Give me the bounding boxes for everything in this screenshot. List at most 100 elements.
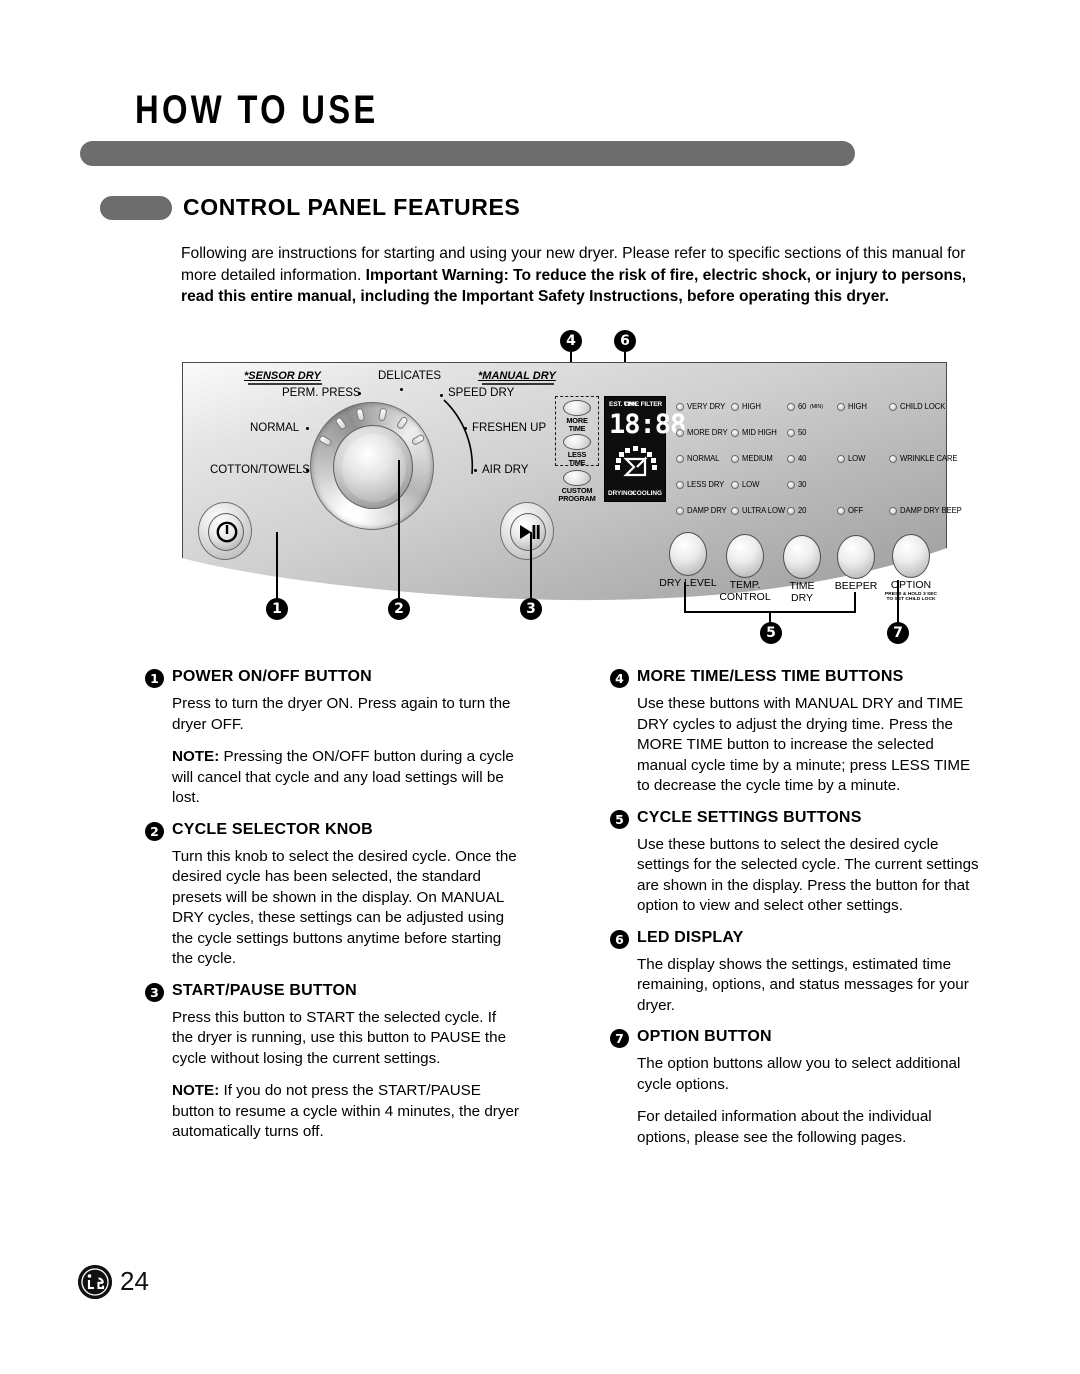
page-number: 24 bbox=[120, 1266, 149, 1296]
description-item: 4 MORE TIME/LESS TIME BUTTONS Use these bu… bbox=[610, 668, 985, 797]
indicator-led bbox=[676, 506, 684, 515]
cycle-dot-freshen-up bbox=[464, 427, 467, 430]
header-bar bbox=[80, 141, 855, 166]
indicator-led bbox=[837, 454, 845, 463]
less-time-button[interactable] bbox=[563, 434, 591, 450]
indicator-led bbox=[731, 480, 739, 489]
description-paragraph: The option buttons allow you to select a… bbox=[637, 1055, 961, 1093]
descriptions-left-column: 1 POWER ON/OFF BUTTON Press to turn the dr… bbox=[145, 668, 520, 1155]
description-number-badge: 5 bbox=[610, 809, 629, 829]
indicator-led bbox=[676, 454, 684, 463]
description-heading: 5 CYCLE SETTINGS BUTTONS bbox=[610, 809, 985, 829]
indicator-ultra-low: ULTRA LOW bbox=[731, 506, 788, 515]
led-status-cooling: COOLING bbox=[632, 490, 662, 497]
indicator-led bbox=[889, 402, 897, 411]
power-icon bbox=[216, 521, 238, 543]
knob-tick bbox=[377, 407, 388, 422]
description-item: 5 CYCLE SETTINGS BUTTONS Use these buttons… bbox=[610, 809, 985, 917]
cycle-dot-cotton-towels bbox=[306, 469, 309, 472]
indicator-led bbox=[731, 454, 739, 463]
indicator-normal: NORMAL bbox=[676, 454, 721, 463]
led-chk-filter-label: CHK. FILTER bbox=[623, 401, 663, 408]
description-paragraph: Use these buttons with MANUAL DRY and TI… bbox=[637, 695, 971, 794]
leader-line-3 bbox=[530, 532, 532, 600]
cycle-dot-delicates bbox=[400, 388, 403, 391]
indicator-beeper-off: OFF bbox=[837, 506, 864, 515]
label-manual-dry-group: *MANUAL DRY bbox=[478, 370, 556, 382]
description-number-badge: 7 bbox=[610, 1029, 629, 1048]
description-item: 2 CYCLE SELECTOR KNOB Turn this knob to se… bbox=[145, 821, 520, 970]
cycle-selector-knob[interactable] bbox=[310, 402, 434, 530]
description-title: OPTION BUTTON bbox=[637, 1028, 772, 1045]
indicator-led bbox=[837, 506, 845, 515]
paragraph-lead: NOTE: bbox=[172, 748, 220, 765]
start-pause-button[interactable] bbox=[500, 502, 554, 560]
cycle-label-perm-press: PERM. PRESS bbox=[282, 387, 361, 399]
more-time-label-line2: TIME bbox=[568, 424, 586, 433]
power-button[interactable] bbox=[198, 502, 252, 560]
description-paragraph: Press this button to START the selected … bbox=[172, 1008, 507, 1067]
custom-program-line2: PROGRAM bbox=[558, 494, 596, 503]
description-title: START/PAUSE BUTTON bbox=[172, 981, 357, 999]
indicator-less-dry: LESS DRY bbox=[676, 480, 727, 489]
indicator-led bbox=[889, 454, 897, 463]
cycle-dot-speed-dry bbox=[440, 394, 443, 397]
cycle-label-delicates: DELICATES bbox=[378, 370, 442, 382]
indicator-time-40: 40 bbox=[787, 454, 807, 463]
intro-paragraph: Following are instructions for starting … bbox=[181, 243, 971, 308]
cycle-dot-normal bbox=[306, 427, 309, 430]
indicator-led bbox=[676, 428, 684, 437]
description-number-badge: 4 bbox=[610, 669, 629, 688]
knob-tick bbox=[318, 434, 333, 447]
description-heading: 4 MORE TIME/LESS TIME BUTTONS bbox=[610, 668, 985, 688]
indicator-time-60: 60 (MIN) bbox=[787, 402, 823, 411]
lg-logo-icon bbox=[78, 1265, 112, 1299]
more-time-button[interactable] bbox=[563, 400, 591, 416]
description-paragraph: For detailed information about the indiv… bbox=[637, 1108, 932, 1146]
indicator-low-temp: LOW bbox=[731, 480, 760, 489]
lg-logo bbox=[78, 1265, 112, 1299]
description-item: 7 OPTION BUTTON The option buttons allow y… bbox=[610, 1028, 985, 1148]
description-paragraph: NOTE: If you do not press the START/PAUS… bbox=[172, 1082, 519, 1140]
led-status-drying: DRYING bbox=[608, 490, 633, 497]
indicator-wrinkle-care: WRINKLE CARE bbox=[889, 454, 961, 463]
callout-4: 4 bbox=[560, 330, 582, 352]
descriptions-right-column: 4 MORE TIME/LESS TIME BUTTONS Use these bu… bbox=[610, 668, 985, 1160]
description-number-badge: 3 bbox=[145, 982, 164, 1002]
description-number-badge: 6 bbox=[610, 929, 629, 949]
leader-line-1 bbox=[276, 532, 278, 600]
callout-1: 1 bbox=[266, 598, 288, 620]
cycle-label-air-dry: AIR DRY bbox=[482, 464, 529, 476]
description-paragraph: NOTE: Pressing the ON/OFF button during … bbox=[172, 748, 514, 806]
indicator-led bbox=[889, 506, 897, 515]
knob-tick bbox=[334, 416, 348, 431]
indicator-led bbox=[837, 402, 845, 411]
description-heading: 3 START/PAUSE BUTTON bbox=[145, 982, 520, 1002]
description-title: POWER ON/OFF BUTTON bbox=[172, 668, 372, 685]
description-title: CYCLE SETTINGS BUTTONS bbox=[637, 808, 862, 826]
description-heading: 2 CYCLE SELECTOR KNOB bbox=[145, 821, 520, 841]
description-title: LED DISPLAY bbox=[637, 928, 744, 946]
led-display: EST. TIME CHK. FILTER 18:88 DRYING > COO… bbox=[604, 396, 686, 502]
indicator-damp-dry: DAMP DRY bbox=[676, 506, 729, 515]
indicator-led bbox=[787, 454, 795, 463]
description-paragraph: Press to turn the dryer ON. Press again … bbox=[172, 695, 511, 733]
description-paragraph: Turn this knob to select the desired cyc… bbox=[172, 847, 517, 968]
description-paragraph: Use these buttons to select the desired … bbox=[637, 835, 979, 915]
play-pause-icon bbox=[520, 525, 540, 539]
time-unit-suffix: (MIN) bbox=[809, 403, 823, 410]
less-time-label-line2: TIME bbox=[568, 458, 586, 467]
indicator-damp-dry-beep: DAMP DRY BEEP bbox=[889, 506, 966, 515]
indicator-high-temp: HIGH bbox=[731, 402, 762, 411]
indicator-led bbox=[787, 506, 795, 515]
knob-tick bbox=[395, 415, 409, 431]
knob-tick bbox=[355, 407, 366, 422]
leader-line-2 bbox=[398, 460, 400, 600]
custom-program-button[interactable] bbox=[563, 470, 591, 486]
indicator-mid-high: MID HIGH bbox=[731, 428, 779, 437]
drying-status-icon bbox=[615, 446, 657, 477]
description-heading: 1 POWER ON/OFF BUTTON bbox=[145, 668, 520, 688]
indicator-medium: MEDIUM bbox=[731, 454, 775, 463]
more-time-label: MORE TIME bbox=[557, 417, 597, 433]
cycle-label-speed-dry: SPEED DRY bbox=[448, 387, 515, 399]
